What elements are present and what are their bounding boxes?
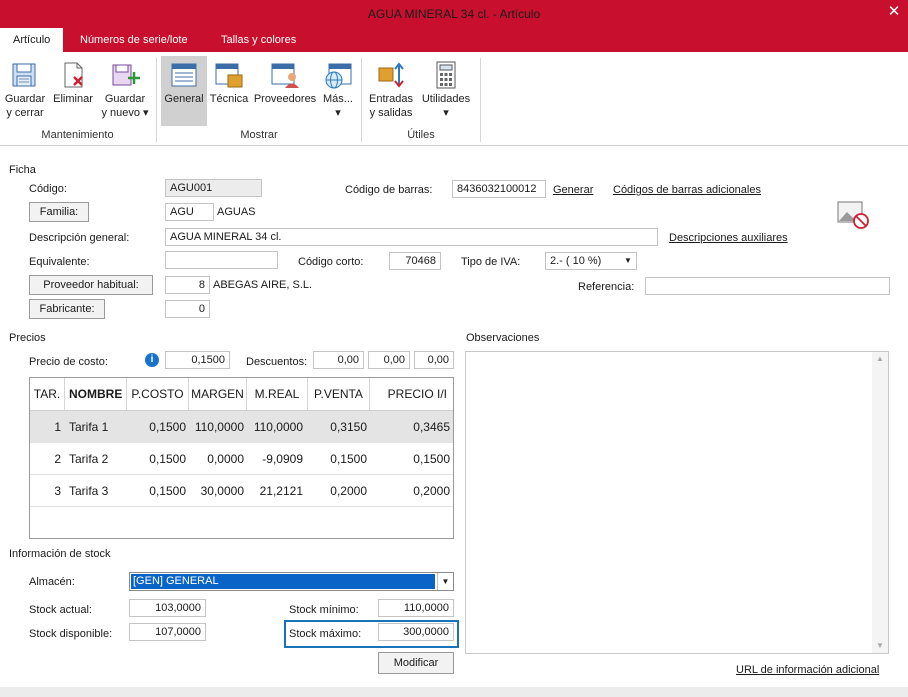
url-informacion-link[interactable]: URL de información adicional: [736, 664, 879, 676]
chevron-down-icon: ▾: [335, 107, 341, 119]
codigos-adicionales-link[interactable]: Códigos de barras adicionales: [613, 184, 761, 196]
section-ficha: Ficha: [9, 164, 36, 176]
globe-icon: [325, 63, 352, 89]
group-label-mostrar: Mostrar: [240, 129, 278, 141]
window-title: AGUA MINERAL 34 cl. - Artículo: [367, 7, 541, 21]
stock-actual-field[interactable]: 103,0000: [129, 599, 206, 617]
eliminar-button[interactable]: Eliminar: [50, 56, 96, 126]
almacen-label: Almacén:: [29, 576, 75, 588]
column-header-p-venta[interactable]: P.VENTA: [308, 378, 370, 410]
tipo-iva-label: Tipo de IVA:: [461, 256, 521, 268]
entradas-salidas-button[interactable]: Entradas y salidas: [366, 56, 416, 126]
table-row[interactable]: 3 Tarifa 3 0,1500 30,0000 21,2121 0,2000…: [30, 475, 453, 507]
proveedor-habitual-button[interactable]: Proveedor habitual:: [29, 275, 153, 295]
equivalente-field[interactable]: [165, 251, 278, 269]
descripcion-field[interactable]: AGUA MINERAL 34 cl.: [165, 228, 658, 246]
precio-costo-field[interactable]: 0,1500: [165, 351, 230, 369]
descuento-2-field[interactable]: 0,00: [368, 351, 410, 369]
column-header-m-real[interactable]: M.REAL: [247, 378, 308, 410]
tab-numeros-serie[interactable]: Números de serie/lote: [67, 28, 201, 52]
descuento-1-field[interactable]: 0,00: [313, 351, 364, 369]
stock-disponible-field[interactable]: 107,0000: [129, 623, 206, 641]
column-header-tar[interactable]: TAR.: [30, 378, 65, 410]
stock-maximo-label: Stock máximo:: [289, 628, 362, 640]
codigo-corto-label: Código corto:: [298, 256, 364, 268]
precio-costo-label: Precio de costo:: [29, 356, 108, 368]
info-icon[interactable]: i: [145, 353, 159, 367]
calculator-icon: [436, 61, 456, 89]
utilidades-button[interactable]: Utilidades ▾: [418, 56, 474, 126]
tarifas-grid: TAR. NOMBRE P.COSTO MARGEN M.REAL P.VENT…: [29, 377, 454, 539]
stock-minimo-field[interactable]: 110,0000: [378, 599, 454, 617]
generar-link[interactable]: Generar: [553, 184, 593, 196]
mas-button[interactable]: Más... ▾: [320, 56, 356, 126]
guardar-cerrar-button[interactable]: Guardar y cerrar: [2, 56, 48, 126]
fabricante-field[interactable]: 0: [165, 300, 210, 318]
section-precios: Precios: [9, 332, 46, 344]
column-header-nombre[interactable]: NOMBRE: [65, 378, 127, 410]
tecnica-button[interactable]: Técnica: [208, 56, 250, 126]
guardar-nuevo-button[interactable]: Guardar y nuevo ▾: [98, 56, 152, 126]
stock-minimo-label: Stock mínimo:: [289, 604, 359, 616]
familia-code-field[interactable]: AGU: [165, 203, 214, 221]
observaciones-label: Observaciones: [466, 332, 540, 344]
descuento-3-field[interactable]: 0,00: [414, 351, 454, 369]
codigo-corto-field[interactable]: 70468: [389, 252, 441, 270]
stock-movements-icon: [378, 62, 404, 88]
image-placeholder-icon[interactable]: [837, 200, 871, 230]
descripcion-label: Descripción general:: [29, 232, 130, 244]
proveedores-button[interactable]: Proveedores: [252, 56, 318, 126]
almacen-select[interactable]: [GEN] GENERAL ▼: [129, 572, 454, 591]
referencia-label: Referencia:: [578, 281, 635, 293]
column-header-margen[interactable]: MARGEN: [189, 378, 247, 410]
general-view-icon: [171, 63, 197, 87]
scroll-down-icon[interactable]: ▼: [874, 641, 886, 651]
ribbon-separator: [480, 58, 481, 142]
group-label-mantenimiento: Mantenimiento: [41, 129, 114, 141]
almacen-value: [GEN] GENERAL: [131, 574, 435, 589]
stock-actual-label: Stock actual:: [29, 604, 92, 616]
technical-icon: [215, 63, 243, 88]
descripciones-auxiliares-link[interactable]: Descripciones auxiliares: [669, 232, 788, 244]
codigo-label: Código:: [29, 183, 67, 195]
close-icon[interactable]: ✕: [884, 2, 904, 22]
equivalente-label: Equivalente:: [29, 256, 90, 268]
table-row[interactable]: 1 Tarifa 1 0,1500 110,0000 110,0000 0,31…: [30, 411, 453, 443]
section-stock: Información de stock: [9, 548, 111, 560]
familia-name: AGUAS: [217, 206, 256, 218]
delete-document-icon: [64, 62, 83, 88]
fabricante-button[interactable]: Fabricante:: [29, 299, 105, 319]
codigo-field[interactable]: AGU001: [165, 179, 262, 197]
proveedor-name: ABEGAS AIRE, S.L.: [213, 279, 313, 291]
tab-tallas-colores[interactable]: Tallas y colores: [208, 28, 309, 52]
descuentos-label: Descuentos:: [246, 356, 308, 368]
chevron-down-icon: ▾: [443, 107, 449, 119]
stock-disponible-label: Stock disponible:: [29, 628, 113, 640]
dropdown-arrow-icon[interactable]: ▼: [622, 255, 634, 267]
table-row[interactable]: 2 Tarifa 2 0,1500 0,0000 -9,0909 0,1500 …: [30, 443, 453, 475]
status-bar: [0, 687, 908, 697]
dropdown-arrow-icon[interactable]: ▼: [437, 573, 453, 590]
codigo-barras-field[interactable]: 8436032100012: [452, 180, 546, 198]
proveedor-code-field[interactable]: 8: [165, 276, 210, 294]
scroll-up-icon[interactable]: ▲: [874, 354, 886, 364]
familia-button[interactable]: Familia:: [29, 202, 89, 222]
group-label-utiles: Útiles: [407, 129, 435, 141]
codigo-barras-label: Código de barras:: [345, 184, 433, 196]
column-header-precio-ii[interactable]: PRECIO I/I: [370, 378, 453, 410]
stock-maximo-field[interactable]: 300,0000: [378, 623, 454, 641]
modificar-button[interactable]: Modificar: [378, 652, 454, 674]
referencia-field[interactable]: [645, 277, 890, 295]
tab-articulo[interactable]: Artículo: [0, 28, 64, 52]
column-header-p-costo[interactable]: P.COSTO: [127, 378, 189, 410]
observaciones-textarea[interactable]: [465, 351, 889, 654]
save-new-icon: [112, 64, 140, 86]
suppliers-icon: [271, 63, 299, 88]
save-close-icon: [12, 63, 36, 87]
general-button[interactable]: General: [161, 56, 207, 126]
scrollbar[interactable]: [872, 352, 888, 653]
